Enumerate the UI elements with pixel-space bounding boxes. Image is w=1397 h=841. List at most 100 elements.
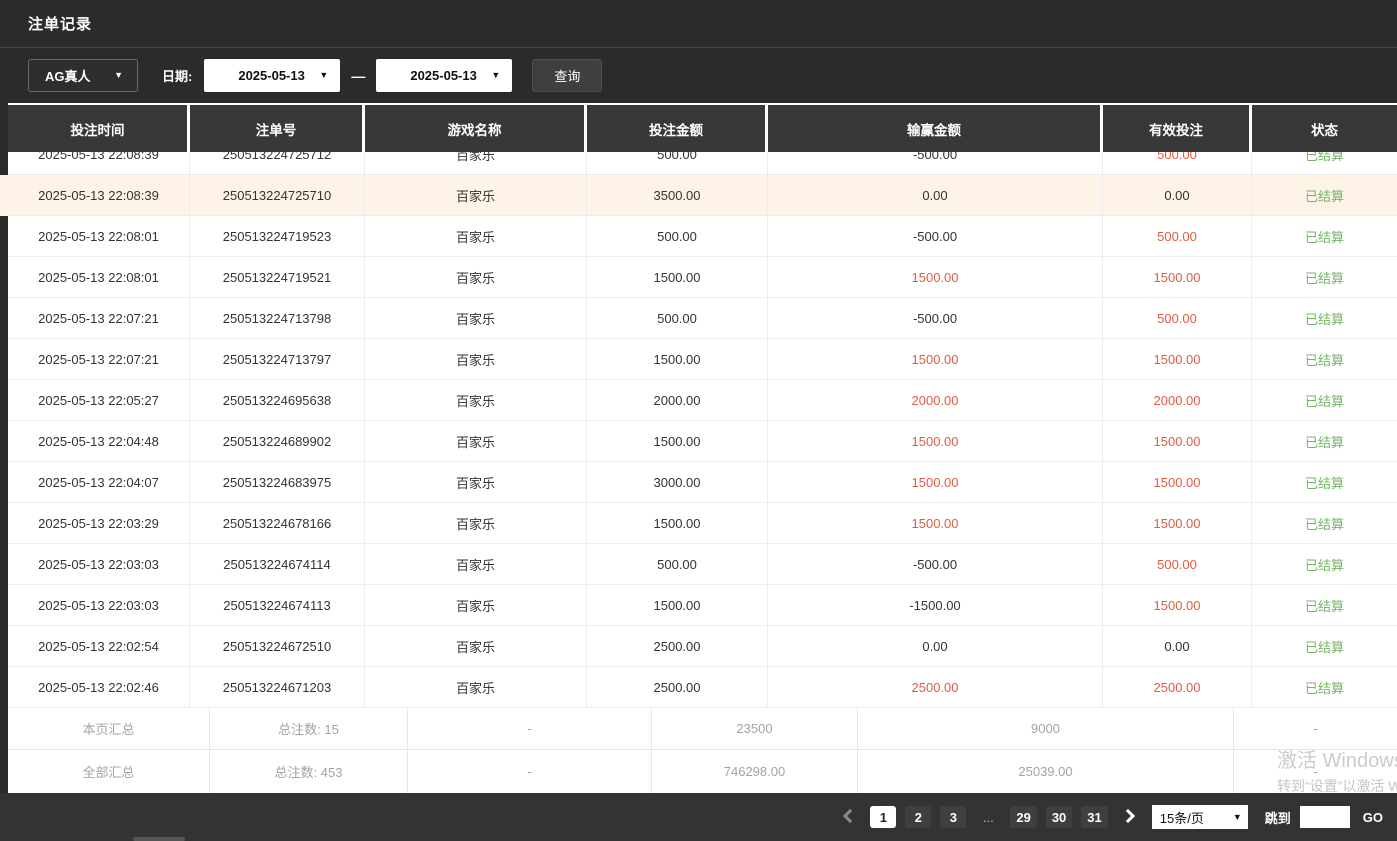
cell-order-no: 250513224674113 (190, 585, 365, 625)
prev-page-button[interactable] (839, 808, 861, 826)
cell-winloss-amount: 0.00 (768, 175, 1103, 215)
filter-bar: AG真人 ▼ 日期: 2025-05-13 ▼ — 2025-05-13 ▼ 查… (0, 48, 1397, 103)
cell-status: 已结算 (1252, 380, 1397, 420)
table-summary: 本页汇总总注数: 15-235009000-全部汇总总注数: 453-74629… (0, 708, 1397, 793)
page-ellipsis: ... (975, 806, 1001, 828)
date-range-separator: — (351, 68, 365, 84)
table-row[interactable]: 2025-05-13 22:04:48250513224689902百家乐150… (8, 421, 1397, 462)
game-type-select[interactable]: AG真人 ▼ (28, 59, 138, 92)
summary-row: 本页汇总总注数: 15-235009000- (8, 708, 1397, 750)
cell-status: 已结算 (1252, 298, 1397, 338)
page-button[interactable]: 29 (1010, 806, 1036, 828)
cell-bet-time: 2025-05-13 22:08:39 (8, 152, 190, 174)
cell-status: 已结算 (1252, 257, 1397, 297)
go-button[interactable]: GO (1363, 810, 1383, 825)
cell-order-no: 250513224678166 (190, 503, 365, 543)
table-row[interactable]: 2025-05-13 22:08:01250513224719521百家乐150… (8, 257, 1397, 298)
cell-bet-amount: 500.00 (587, 216, 768, 256)
cell-bet-time: 2025-05-13 22:08:39 (8, 175, 190, 215)
table-row[interactable]: 2025-05-13 22:05:27250513224695638百家乐200… (8, 380, 1397, 421)
table-row[interactable]: 2025-05-13 22:02:46250513224671203百家乐250… (8, 667, 1397, 708)
cell-order-no: 250513224713797 (190, 339, 365, 379)
column-header-bet-time: 投注时间 (8, 105, 190, 152)
page-size-select[interactable]: 15条/页 ▼ (1152, 805, 1248, 829)
summary-row: 全部汇总总注数: 453-746298.0025039.00- (8, 750, 1397, 793)
page-title: 注单记录 (28, 13, 92, 34)
query-button[interactable]: 查询 (532, 59, 602, 92)
cell-game-name: 百家乐 (365, 298, 587, 338)
cell-game-name: 百家乐 (365, 544, 587, 584)
cell-winloss-amount: 1500.00 (768, 257, 1103, 297)
date-label: 日期: (162, 66, 192, 85)
cell-order-no: 250513224725712 (190, 152, 365, 174)
cell-bet-time: 2025-05-13 22:04:48 (8, 421, 190, 461)
cell-order-no: 250513224672510 (190, 626, 365, 666)
date-to-select[interactable]: 2025-05-13 ▼ (376, 59, 512, 92)
cell-winloss-amount: -500.00 (768, 544, 1103, 584)
cell-status: 已结算 (1252, 462, 1397, 502)
cell-bet-amount: 2000.00 (587, 380, 768, 420)
cell-valid-bet: 0.00 (1103, 626, 1252, 666)
cell-order-no: 250513224695638 (190, 380, 365, 420)
cell-game-name: 百家乐 (365, 257, 587, 297)
cell-winloss-amount: -500.00 (768, 216, 1103, 256)
summary-bet-amount: 23500 (652, 708, 858, 749)
chevron-down-icon: ▼ (319, 71, 328, 80)
table-row[interactable]: 2025-05-13 22:04:07250513224683975百家乐300… (8, 462, 1397, 503)
column-header-valid-bet: 有效投注 (1103, 105, 1252, 152)
table-row[interactable]: 2025-05-13 22:03:03250513224674114百家乐500… (8, 544, 1397, 585)
cell-winloss-amount: 1500.00 (768, 462, 1103, 502)
table-row[interactable]: 2025-05-13 22:07:21250513224713797百家乐150… (8, 339, 1397, 380)
cell-valid-bet: 500.00 (1103, 298, 1252, 338)
table-row[interactable]: 2025-05-13 22:08:01250513224719523百家乐500… (8, 216, 1397, 257)
cell-game-name: 百家乐 (365, 152, 587, 174)
page-button[interactable]: 30 (1046, 806, 1072, 828)
cell-game-name: 百家乐 (365, 216, 587, 256)
cell-game-name: 百家乐 (365, 585, 587, 625)
column-header-winloss: 输赢金额 (768, 105, 1103, 152)
horizontal-scrollbar-thumb[interactable] (133, 837, 185, 841)
cell-valid-bet: 2500.00 (1103, 667, 1252, 707)
page-button[interactable]: 31 (1081, 806, 1107, 828)
cell-bet-time: 2025-05-13 22:03:03 (8, 585, 190, 625)
table-row[interactable]: 2025-05-13 22:03:29250513224678166百家乐150… (8, 503, 1397, 544)
column-header-order-no: 注单号 (190, 105, 365, 152)
next-page-button[interactable] (1117, 808, 1139, 826)
table-row[interactable]: 2025-05-13 22:07:21250513224713798百家乐500… (8, 298, 1397, 339)
page-button[interactable]: 1 (870, 806, 896, 828)
summary-winloss: 25039.00 (858, 750, 1234, 793)
cell-bet-amount: 2500.00 (587, 626, 768, 666)
jump-page-input[interactable] (1300, 806, 1350, 828)
chevron-left-icon (843, 809, 857, 823)
cell-status: 已结算 (1252, 175, 1397, 215)
cell-winloss-amount: -500.00 (768, 152, 1103, 174)
cell-status: 已结算 (1252, 216, 1397, 256)
table-row[interactable]: 2025-05-13 22:03:03250513224674113百家乐150… (8, 585, 1397, 626)
table-row[interactable]: 2025-05-13 22:08:39250513224725710百家乐350… (8, 175, 1397, 216)
table-row[interactable]: 2025-05-13 22:02:54250513224672510百家乐250… (8, 626, 1397, 667)
cell-game-name: 百家乐 (365, 503, 587, 543)
page-button[interactable]: 3 (940, 806, 966, 828)
cell-status: 已结算 (1252, 421, 1397, 461)
cell-bet-time: 2025-05-13 22:04:07 (8, 462, 190, 502)
table-body: 2025-05-13 22:08:39250513224725712百家乐500… (0, 152, 1397, 708)
date-from-select[interactable]: 2025-05-13 ▼ (204, 59, 340, 92)
cell-game-name: 百家乐 (365, 421, 587, 461)
cell-bet-amount: 1500.00 (587, 339, 768, 379)
cell-bet-amount: 500.00 (587, 152, 768, 174)
date-to-value: 2025-05-13 (410, 68, 477, 83)
cell-game-name: 百家乐 (365, 175, 587, 215)
cell-valid-bet: 1500.00 (1103, 462, 1252, 502)
cell-game-name: 百家乐 (365, 339, 587, 379)
page-button[interactable]: 2 (905, 806, 931, 828)
summary-game: - (408, 708, 652, 749)
chevron-down-icon: ▼ (1233, 813, 1242, 822)
summary-game: - (408, 750, 652, 793)
cell-status: 已结算 (1252, 667, 1397, 707)
cell-status: 已结算 (1252, 585, 1397, 625)
table-row[interactable]: 2025-05-13 22:08:39250513224725712百家乐500… (8, 152, 1397, 175)
cell-order-no: 250513224674114 (190, 544, 365, 584)
cell-winloss-amount: 0.00 (768, 626, 1103, 666)
cell-bet-amount: 3000.00 (587, 462, 768, 502)
cell-winloss-amount: 1500.00 (768, 339, 1103, 379)
